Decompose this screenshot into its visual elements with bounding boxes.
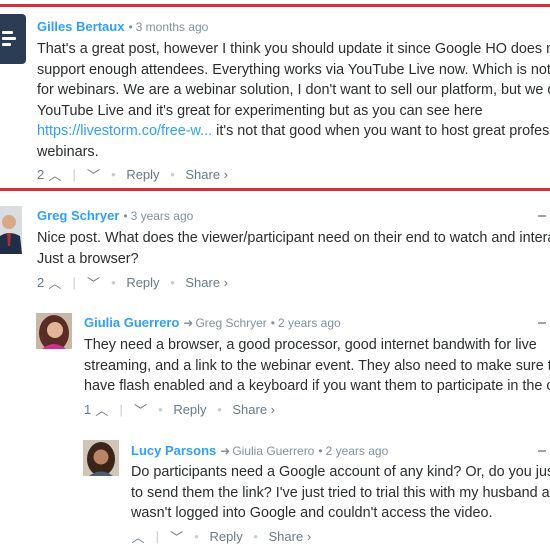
comment-footer: 2 ︿ | ﹀ • Reply • Share › bbox=[37, 273, 229, 292]
comment-line: for webinars. We are a webinar solution,… bbox=[37, 82, 550, 99]
vote-count: 1 bbox=[84, 402, 92, 417]
downvote-icon[interactable]: ﹀ bbox=[87, 165, 101, 184]
vote-count: 2 bbox=[37, 167, 45, 182]
reply-arrow-icon: ➜ bbox=[183, 316, 194, 330]
comment-body: That's a great post, however I think you… bbox=[37, 39, 550, 163]
downvote-icon[interactable]: ﹀ bbox=[134, 400, 148, 419]
timestamp[interactable]: 2 years ago bbox=[278, 316, 341, 330]
author-name[interactable]: Gilles Bertaux bbox=[37, 19, 124, 34]
upvote-icon[interactable]: ︿ bbox=[48, 273, 62, 292]
timestamp[interactable]: 3 months ago bbox=[136, 20, 209, 34]
timestamp[interactable]: 2 years ago bbox=[326, 444, 389, 458]
comment-header: Lucy Parsons ➜ Giulia Guerrero • 2 years ago bbox=[131, 443, 389, 458]
comment-body: They need a browser, a good processor, g… bbox=[84, 335, 550, 397]
comment-line: They need a browser, a good processor, g… bbox=[84, 337, 537, 353]
collapse-icon[interactable] bbox=[538, 322, 546, 324]
livestorm-logo-icon[interactable] bbox=[0, 14, 26, 64]
highlight-border-top bbox=[0, 4, 550, 7]
downvote-icon[interactable]: ﹀ bbox=[87, 273, 101, 292]
comment-line: YouTube Live and it's great for experime… bbox=[37, 102, 483, 119]
reply-button[interactable]: Reply bbox=[173, 402, 206, 417]
share-button[interactable]: Share › bbox=[185, 275, 228, 290]
upvote-icon[interactable]: ︿ bbox=[95, 400, 109, 419]
comment-body: Do participants need a Google account of… bbox=[131, 462, 550, 524]
collapse-icon[interactable] bbox=[538, 215, 546, 217]
reply-button[interactable]: Reply bbox=[126, 167, 159, 182]
share-button[interactable]: Share › bbox=[232, 402, 275, 417]
comment-line: Nice post. What does the viewer/particip… bbox=[37, 230, 550, 246]
author-name[interactable]: Greg Schryer bbox=[37, 208, 119, 223]
upvote-icon[interactable]: ︿ bbox=[48, 165, 62, 184]
comment-header: Gilles Bertaux • 3 months ago bbox=[37, 19, 209, 34]
comment-line: wasn't logged into Google and couldn't a… bbox=[131, 505, 493, 522]
comment-line: support enough attendees. Everything wor… bbox=[37, 61, 550, 78]
author-name[interactable]: Giulia Guerrero bbox=[84, 315, 179, 330]
comment-body: Nice post. What does the viewer/particip… bbox=[37, 228, 550, 269]
comment-footer: 1 ︿ | ﹀ • Reply • Share › bbox=[84, 400, 276, 419]
comment-line: streaming, and a link to the webinar eve… bbox=[84, 357, 550, 374]
comment-line: to send them the link? I've just tried t… bbox=[131, 484, 550, 501]
vote-count: 2 bbox=[37, 275, 45, 290]
comment-link[interactable]: https://livestorm.co/free-w... bbox=[37, 123, 212, 139]
comment-line: have flash enabled and a keyboard if you… bbox=[84, 378, 550, 395]
author-name[interactable]: Lucy Parsons bbox=[131, 443, 216, 458]
share-button[interactable]: Share › bbox=[185, 167, 228, 182]
comment-line: That's a great post, however I think you… bbox=[37, 41, 550, 57]
comment-line: Just a browser? bbox=[37, 250, 139, 267]
comment-line: webinars. bbox=[37, 143, 99, 160]
highlight-border-bottom bbox=[0, 188, 550, 191]
comment-header: Greg Schryer • 3 years ago bbox=[37, 208, 194, 223]
comment-line-rest: it's not that good when you want to host… bbox=[212, 123, 550, 140]
reply-arrow-icon: ➜ bbox=[220, 444, 231, 458]
reply-to-name[interactable]: Giulia Guerrero bbox=[232, 444, 314, 458]
comment-line: Do participants need a Google account of… bbox=[131, 464, 550, 480]
downvote-icon[interactable]: ﹀ bbox=[170, 527, 184, 546]
comment-line: https://livestorm.co/free-w... it's not … bbox=[37, 121, 550, 142]
share-button[interactable]: Share › bbox=[269, 529, 312, 544]
comment-footer: 2 ︿ | ﹀ • Reply • Share › bbox=[37, 165, 229, 184]
upvote-icon[interactable]: ︿ bbox=[131, 527, 145, 546]
timestamp[interactable]: 3 years ago bbox=[131, 209, 194, 223]
comment-header: Giulia Guerrero ➜ Greg Schryer • 2 years ago bbox=[84, 315, 341, 330]
user-avatar-icon[interactable] bbox=[36, 313, 72, 349]
user-avatar-icon[interactable] bbox=[83, 440, 119, 476]
reply-button[interactable]: Reply bbox=[209, 529, 242, 544]
reply-to-name[interactable]: Greg Schryer bbox=[195, 316, 266, 330]
user-avatar-icon[interactable] bbox=[0, 206, 22, 254]
reply-button[interactable]: Reply bbox=[126, 275, 159, 290]
comment-footer: ︿ | ﹀ • Reply • Share › bbox=[131, 527, 312, 546]
collapse-icon[interactable] bbox=[538, 450, 546, 452]
